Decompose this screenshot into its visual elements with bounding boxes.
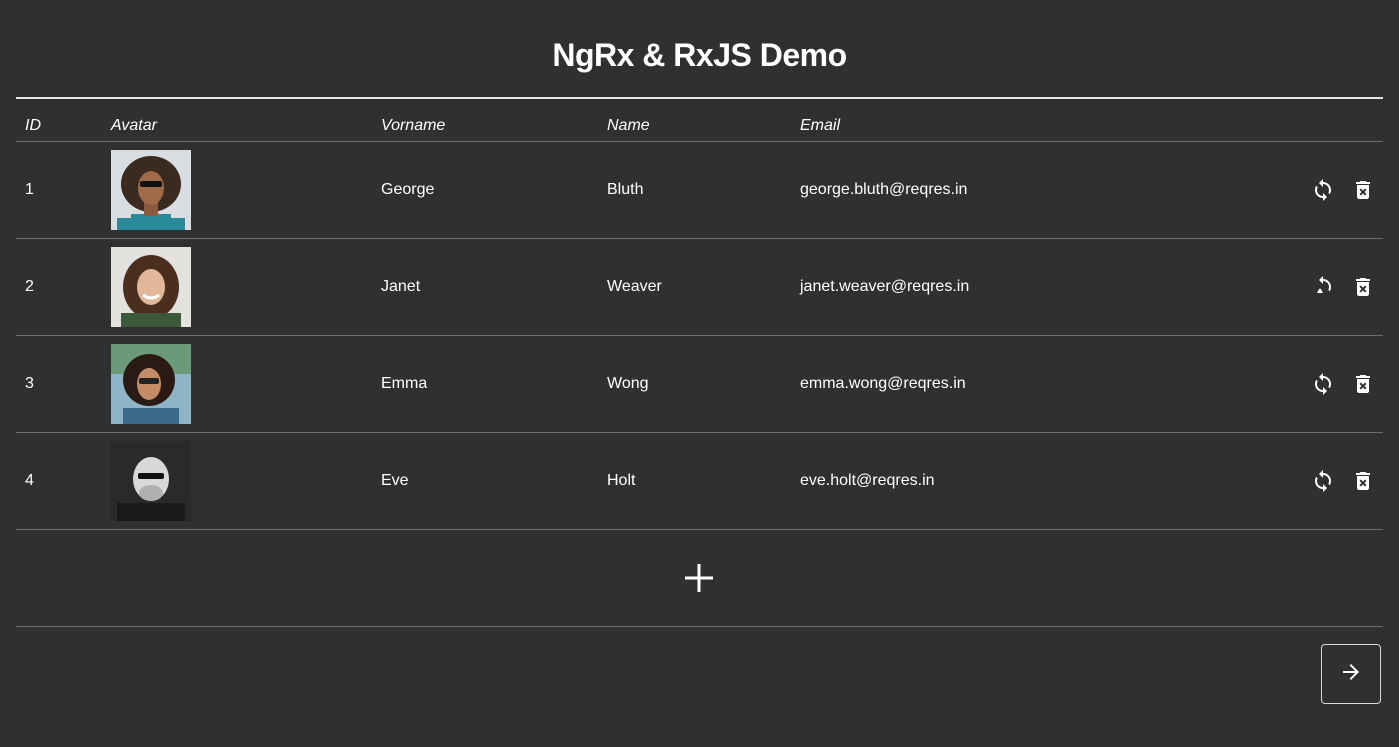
avatar <box>111 441 191 521</box>
delete-icon[interactable] <box>1351 469 1375 493</box>
page-title: NgRx & RxJS Demo <box>552 37 847 73</box>
table-row: 4 Eve Holt eve.holt@reqres.in <box>16 433 1383 530</box>
column-header-id: ID <box>25 117 41 134</box>
page: NgRx & RxJS Demo ID Avatar Vorname Name … <box>0 0 1399 747</box>
user-email: emma.wong@reqres.in <box>800 375 966 392</box>
delete-icon[interactable] <box>1351 178 1375 202</box>
refresh-icon[interactable] <box>1311 469 1335 493</box>
next-page-button[interactable] <box>1321 644 1381 704</box>
user-last-name: Weaver <box>607 278 662 295</box>
delete-icon[interactable] <box>1351 275 1375 299</box>
column-header-email: Email <box>800 117 841 134</box>
user-email: janet.weaver@reqres.in <box>800 278 970 295</box>
table-header: ID Avatar Vorname Name Email <box>16 97 1383 142</box>
user-first-name: Emma <box>381 375 428 392</box>
column-header-avatar: Avatar <box>111 117 157 134</box>
user-email: eve.holt@reqres.in <box>800 472 935 489</box>
arrow-right-icon <box>1339 660 1363 689</box>
column-header-first-name: Vorname <box>381 117 446 134</box>
user-id: 2 <box>25 278 34 295</box>
users-table: ID Avatar Vorname Name Email 1 George Bl… <box>16 97 1383 627</box>
user-first-name: Eve <box>381 472 409 489</box>
user-first-name: Janet <box>381 278 421 295</box>
user-last-name: Holt <box>607 472 636 489</box>
delete-icon[interactable] <box>1351 372 1375 396</box>
plus-icon[interactable] <box>679 558 719 598</box>
user-last-name: Wong <box>607 375 649 392</box>
table-row: 2 Janet Weaver janet.weaver@reqres.in <box>16 239 1383 336</box>
user-email: george.bluth@reqres.in <box>800 181 968 198</box>
add-user-row <box>16 530 1383 627</box>
user-id: 4 <box>25 472 34 489</box>
refresh-icon[interactable] <box>1311 178 1335 202</box>
refresh-icon[interactable] <box>1311 372 1335 396</box>
user-id: 1 <box>25 181 34 198</box>
table-row: 3 Emma Wong emma.wong@reqres.in <box>16 336 1383 433</box>
avatar <box>111 247 191 327</box>
user-last-name: Bluth <box>607 181 644 198</box>
column-header-last-name: Name <box>607 117 650 134</box>
avatar <box>111 344 191 424</box>
user-first-name: George <box>381 181 435 198</box>
table-row: 1 George Bluth george.bluth@reqres.in <box>16 142 1383 239</box>
refresh-icon[interactable] <box>1311 275 1335 299</box>
user-id: 3 <box>25 375 34 392</box>
avatar <box>111 150 191 230</box>
